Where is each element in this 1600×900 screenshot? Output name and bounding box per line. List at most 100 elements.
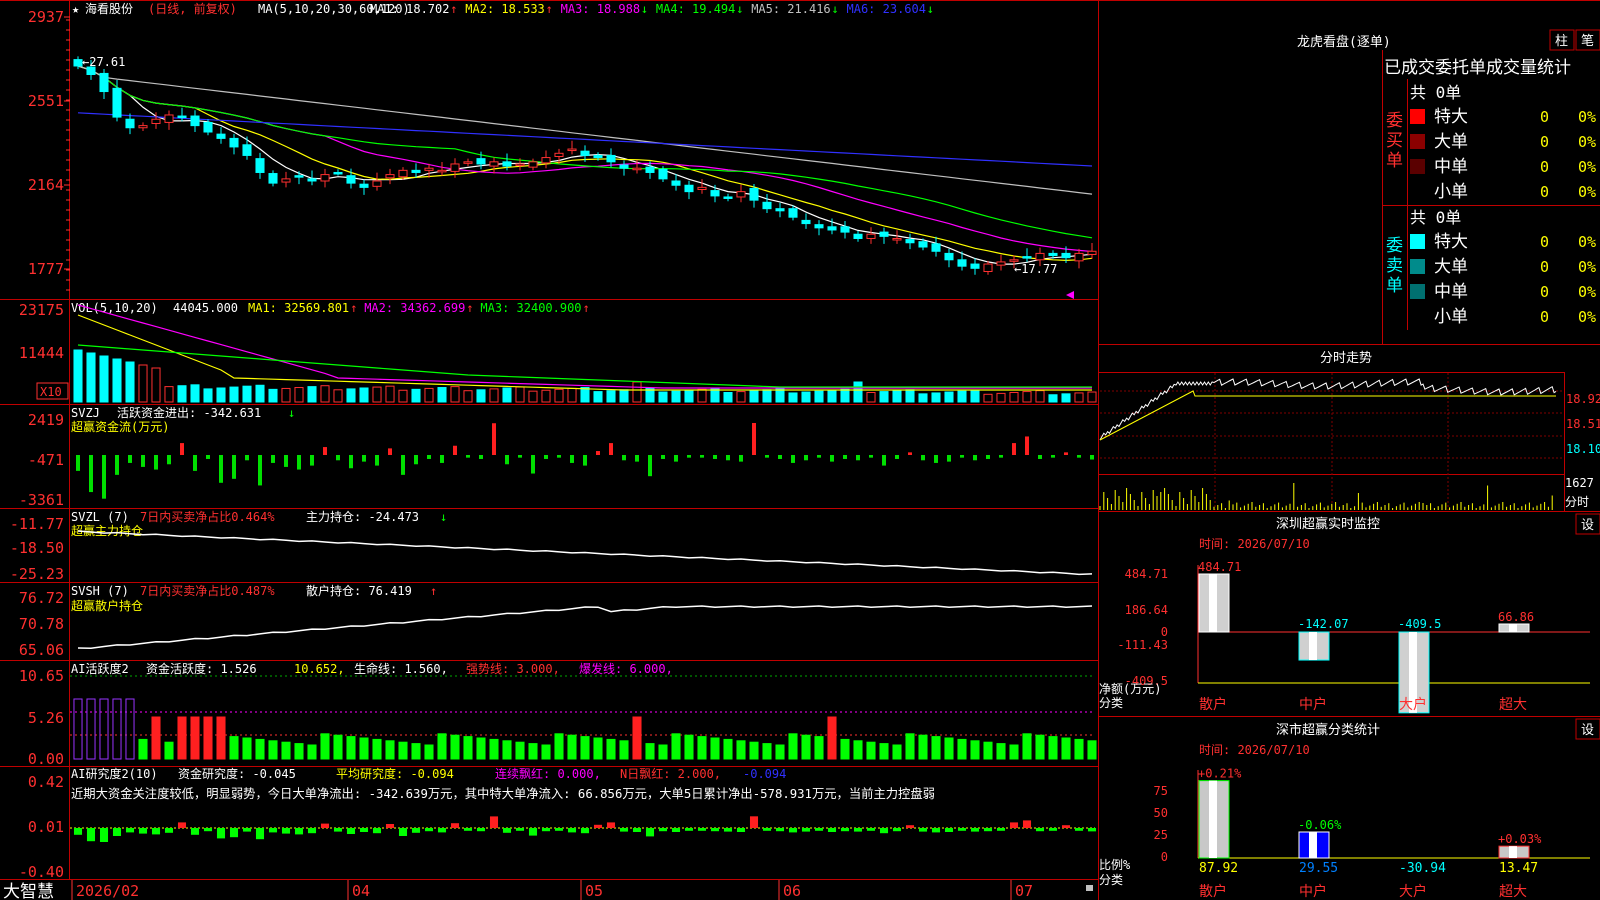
svzj-bar bbox=[141, 455, 145, 467]
ai-activity-panel[interactable]: AI活跃度2 资金活跃度: 1.526 10.652, 生命线: 1.560, … bbox=[19, 661, 1097, 768]
ai2-bar bbox=[151, 828, 161, 835]
candle-body bbox=[879, 231, 889, 237]
ai1-bar bbox=[1087, 740, 1097, 760]
svzj-line1: 活跃资金进出: -342.631 bbox=[117, 405, 261, 420]
ai2-bar bbox=[853, 828, 863, 832]
volume-bar bbox=[567, 387, 577, 403]
ai2-bar bbox=[814, 828, 824, 831]
classify-xlabel: 分类 bbox=[1099, 873, 1123, 887]
volume-bar bbox=[1074, 392, 1084, 403]
svsh-ratio: 7日内买卖净占比0.487% bbox=[140, 583, 275, 598]
ai1-bar bbox=[1022, 733, 1032, 760]
svsh-tick: 70.78 bbox=[19, 615, 64, 633]
volume-bar bbox=[229, 386, 239, 403]
ai1-bar bbox=[671, 733, 681, 760]
svzl-panel[interactable]: SVZL (7) 7日内买卖净占比0.464% 主力持仓: -24.473 ↓ … bbox=[10, 509, 1093, 583]
svzj-panel[interactable]: SVZJ 活跃资金进出: -342.631 ↓ 超赢资金流(万元) 2419 -4… bbox=[19, 405, 1094, 509]
ma-line-1 bbox=[77, 65, 1093, 265]
price-panel[interactable]: ★ 海看股份 (日线, 前复权) MA(5,10,20,30,60,120) M… bbox=[28, 1, 1097, 299]
buy-rows: 特大 0 0% 大单 0 0% 中单 0 0% 小单 0 0% bbox=[1410, 107, 1596, 202]
ai2-bar bbox=[723, 828, 733, 832]
candle-body bbox=[255, 158, 265, 173]
ai1-bar bbox=[996, 743, 1006, 760]
svzl-tick: -25.23 bbox=[10, 565, 64, 583]
candle-body bbox=[801, 219, 811, 225]
intraday-volume bbox=[1099, 483, 1553, 510]
ai2-bar bbox=[463, 828, 473, 831]
candle-body bbox=[970, 263, 980, 269]
candle-body bbox=[268, 173, 278, 184]
ma-legend-3: MA3: 18.988 bbox=[561, 2, 640, 16]
classify-ylabel: 比例% bbox=[1099, 858, 1131, 872]
monitor-panel[interactable]: 深圳超赢实时监控 设 时间: 2026/07/10 484.71186.640-… bbox=[1099, 513, 1600, 714]
volume-ma-lines bbox=[77, 304, 1092, 391]
volume-bar bbox=[814, 390, 824, 403]
volume-bar bbox=[255, 384, 265, 403]
ai2-bar bbox=[840, 828, 850, 832]
svsh-tick: 65.06 bbox=[19, 641, 64, 659]
svzj-bar bbox=[557, 455, 561, 458]
sell-row-pct: 0% bbox=[1578, 283, 1596, 301]
svzj-bar bbox=[1038, 455, 1042, 459]
intraday-panel[interactable]: 分时走势 18.92 18.51 18.10 1627 分时 bbox=[1099, 350, 1600, 510]
svzj-bar bbox=[258, 455, 262, 486]
app-logo: 大智慧 bbox=[3, 882, 54, 900]
svzj-bar bbox=[1012, 443, 1016, 455]
ma-legend-4: MA4: 19.494 bbox=[656, 2, 735, 16]
classify-panel[interactable]: 深市超赢分类统计 设 时间: 2026/07/10 75 50 25 0 +0.21%… bbox=[1099, 718, 1600, 900]
monitor-ylabel: 净额(万元) bbox=[1099, 682, 1161, 696]
stock-chart-canvas[interactable]: ★ 海看股份 (日线, 前复权) MA(5,10,20,30,60,120) M… bbox=[0, 0, 1600, 900]
ai1-bar bbox=[502, 740, 512, 760]
svzj-tick: 2419 bbox=[28, 411, 64, 429]
price-tick: 2937 bbox=[28, 8, 64, 26]
volume-bar bbox=[996, 392, 1006, 403]
ai1-bar bbox=[983, 741, 993, 760]
ai1-bar bbox=[541, 744, 551, 760]
candle-body bbox=[996, 261, 1006, 266]
svsh-panel[interactable]: SVSH (7) 7日内买卖净占比0.487% 散户持仓: 76.419 ↑ 超… bbox=[19, 583, 1093, 659]
ai2-bar bbox=[398, 828, 408, 836]
volume-bar bbox=[866, 391, 876, 403]
volume-bar bbox=[424, 387, 434, 403]
volume-bar bbox=[892, 390, 902, 403]
ai1-bar bbox=[476, 737, 486, 760]
monitor-bar-hl-4 bbox=[1509, 623, 1517, 632]
candle-body bbox=[658, 168, 668, 180]
ai1-bar bbox=[450, 734, 460, 760]
sell-row-count: 0 bbox=[1540, 258, 1549, 276]
svzj-bar bbox=[297, 455, 301, 470]
ai2-tick: -0.40 bbox=[19, 863, 64, 881]
ai-research-panel[interactable]: AI研究度2(10) 资金研究度: -0.045 平均研究度: -0.094 连… bbox=[19, 766, 1097, 881]
ai1-bar bbox=[697, 736, 707, 760]
svzj-bar bbox=[1090, 455, 1094, 460]
lhb-panel[interactable]: 龙虎看盘(逐单) 柱 笔 已成交委托单成交量统计 共 0单 共 0单 委买单 委… bbox=[1297, 29, 1600, 327]
ai2-bar bbox=[112, 828, 122, 836]
sell-row-count: 0 bbox=[1540, 283, 1549, 301]
ai1-bar bbox=[879, 743, 889, 760]
classify-bar-hl-2 bbox=[1309, 831, 1317, 858]
ai2-bar bbox=[775, 828, 785, 832]
classify-bar-hl-4 bbox=[1509, 846, 1517, 858]
candle-body bbox=[320, 174, 330, 182]
ai1-bar bbox=[775, 744, 785, 760]
svzj-bar bbox=[869, 455, 873, 458]
candle-body bbox=[541, 157, 551, 164]
volume-bar bbox=[957, 390, 967, 403]
intraday-tick: 18.51 bbox=[1566, 417, 1600, 431]
classify-value-4: 13.47 bbox=[1499, 861, 1538, 876]
svzj-bar bbox=[323, 447, 327, 455]
monitor-settings-label: 设 bbox=[1581, 518, 1594, 533]
svzj-bar bbox=[843, 455, 847, 459]
ai1-bar bbox=[138, 738, 148, 760]
lock-icon[interactable] bbox=[1086, 885, 1093, 891]
classify-cat-1: 散户 bbox=[1199, 883, 1227, 900]
ai2-bars bbox=[73, 816, 1097, 842]
svzj-bar bbox=[310, 455, 314, 466]
intraday-vol-label: 分时 bbox=[1565, 495, 1589, 509]
vol-ma-line-1 bbox=[77, 314, 1092, 391]
classify-tick: 75 bbox=[1154, 784, 1168, 798]
ai2-bar bbox=[99, 828, 109, 842]
ai2-text5: -0.094 bbox=[743, 767, 786, 781]
vol-ma-legend-2: MA2: 34362.699 bbox=[364, 301, 465, 315]
volume-panel[interactable]: VOL(5,10,20) 44045.000 MA1: 32569.801 ↑ MA… bbox=[19, 301, 1097, 403]
